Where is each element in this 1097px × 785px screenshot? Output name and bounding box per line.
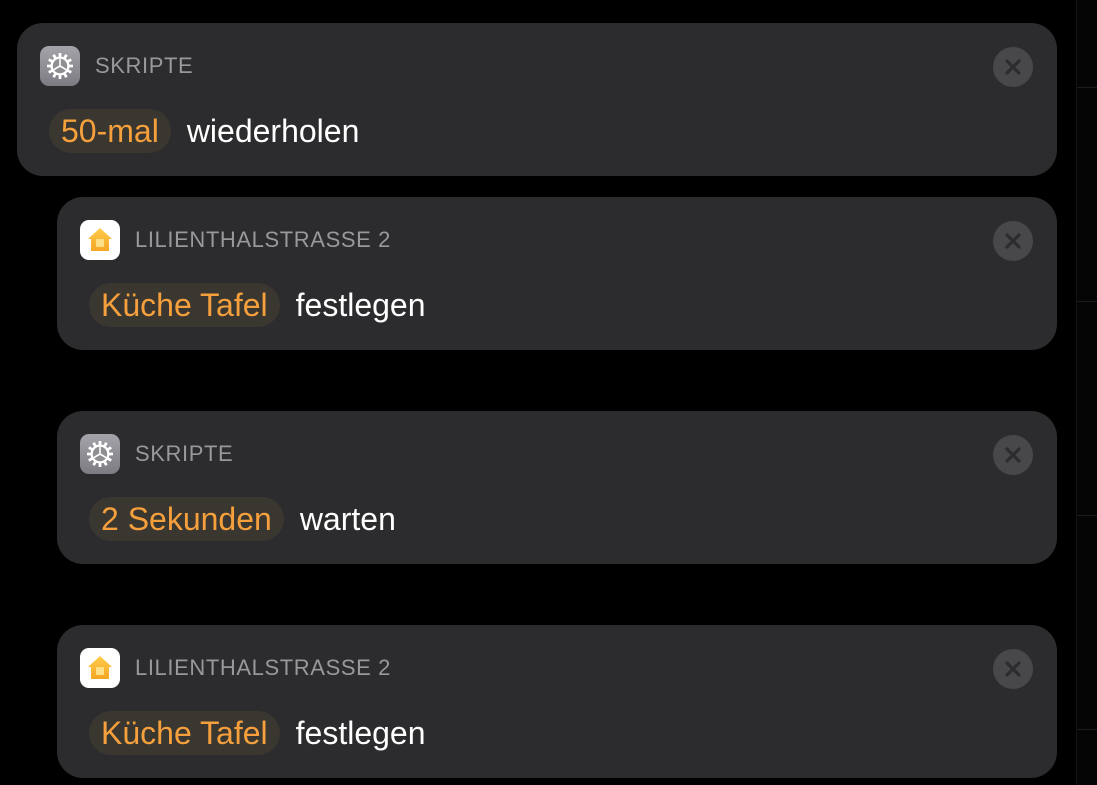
- action-category: SKRIPTE: [95, 53, 194, 78]
- action-body: 2 Sekunden warten: [89, 497, 396, 541]
- divider: [1077, 515, 1097, 516]
- action-label: wiederholen: [186, 112, 360, 149]
- action-header: LILIENTHALSTRASSE 2: [80, 220, 391, 260]
- close-icon: [1005, 233, 1021, 249]
- action-card-wait[interactable]: SKRIPTE 2 Sekunden warten: [57, 411, 1057, 564]
- action-header: LILIENTHALSTRASSE 2: [80, 648, 391, 688]
- action-label: festlegen: [295, 286, 426, 323]
- divider: [1077, 301, 1097, 302]
- action-header: SKRIPTE: [80, 434, 233, 474]
- close-icon: [1005, 447, 1021, 463]
- remove-action-button[interactable]: [993, 649, 1033, 689]
- close-icon: [1005, 59, 1021, 75]
- action-category: SKRIPTE: [135, 441, 234, 466]
- action-card-home-set[interactable]: LILIENTHALSTRASSE 2 Küche Tafel festlege…: [57, 625, 1057, 778]
- action-category: LILIENTHALSTRASSE 2: [135, 655, 391, 680]
- parameter-token[interactable]: Küche Tafel: [89, 283, 280, 327]
- parameter-token[interactable]: 2 Sekunden: [89, 497, 284, 541]
- action-label: warten: [299, 500, 396, 537]
- home-icon: [80, 648, 120, 688]
- scripts-gear-icon: [80, 434, 120, 474]
- action-body: 50-mal wiederholen: [49, 109, 359, 153]
- remove-action-button[interactable]: [993, 221, 1033, 261]
- action-header: SKRIPTE: [40, 46, 193, 86]
- close-icon: [1005, 661, 1021, 677]
- parameter-token[interactable]: Küche Tafel: [89, 711, 280, 755]
- action-label: festlegen: [295, 714, 426, 751]
- divider: [1077, 729, 1097, 730]
- divider: [1077, 87, 1097, 88]
- shortcut-editor: SKRIPTE 50-mal wiederholen LILIENTHALSTR…: [0, 0, 1097, 785]
- action-body: Küche Tafel festlegen: [89, 283, 426, 327]
- remove-action-button[interactable]: [993, 435, 1033, 475]
- parameter-token[interactable]: 50-mal: [49, 109, 171, 153]
- home-icon: [80, 220, 120, 260]
- adjacent-panel-edge: [1076, 0, 1097, 785]
- action-card-repeat[interactable]: SKRIPTE 50-mal wiederholen: [17, 23, 1057, 176]
- action-card-home-set[interactable]: LILIENTHALSTRASSE 2 Küche Tafel festlege…: [57, 197, 1057, 350]
- action-body: Küche Tafel festlegen: [89, 711, 426, 755]
- action-category: LILIENTHALSTRASSE 2: [135, 227, 391, 252]
- scripts-gear-icon: [40, 46, 80, 86]
- remove-action-button[interactable]: [993, 47, 1033, 87]
